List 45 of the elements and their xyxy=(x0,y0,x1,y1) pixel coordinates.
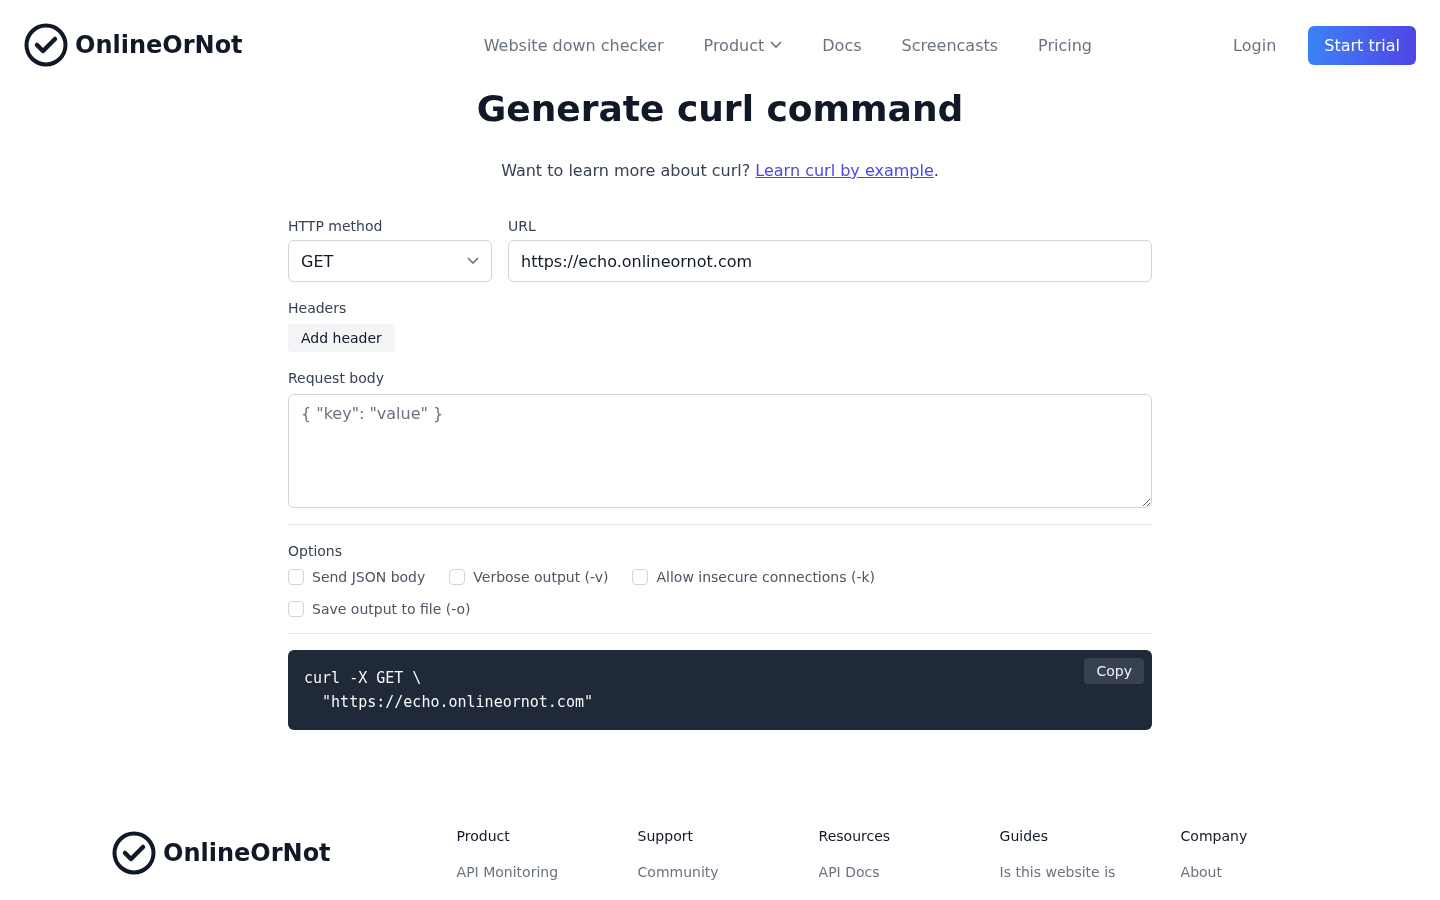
nav-link[interactable]: Pricing xyxy=(1038,35,1092,55)
footer-link[interactable]: About xyxy=(1180,864,1362,880)
nav-link[interactable]: Website down checker xyxy=(483,35,664,55)
nav-link[interactable]: Screencasts xyxy=(901,35,999,55)
login-link[interactable]: Login xyxy=(1233,35,1277,55)
checkbox-label: Allow insecure connections (-k) xyxy=(656,569,876,585)
footer-heading: Resources xyxy=(818,828,892,844)
chevron-down-icon xyxy=(770,41,783,49)
checkbox[interactable] xyxy=(288,569,304,585)
footer-link[interactable]: API Monitoring xyxy=(456,864,638,880)
field-label: URL xyxy=(508,218,537,234)
field-label: HTTP method xyxy=(288,218,384,234)
logo-text[interactable]: OnlineOrNot xyxy=(75,31,243,59)
url-input[interactable]: https://echo.onlineornot.com xyxy=(508,240,1152,282)
copy-button[interactable]: Copy xyxy=(1084,658,1144,684)
nav-link[interactable]: Docs xyxy=(822,35,862,55)
checkbox[interactable] xyxy=(449,569,466,585)
start-trial-button[interactable]: Start trial xyxy=(1308,25,1416,65)
page-title: Generate curl command xyxy=(475,88,965,129)
check-circle-icon xyxy=(112,831,156,875)
options-label: Options xyxy=(288,543,343,559)
footer-heading: Guides xyxy=(999,828,1049,844)
nav-link[interactable]: Product xyxy=(703,35,783,55)
curl-command: curl -X GET \ "https://echo.onlineornot.com" xyxy=(304,668,593,713)
checkbox-label: Save output to file (-o) xyxy=(312,601,471,617)
footer-link[interactable]: Is this website is xyxy=(999,864,1181,880)
field-label: Headers xyxy=(288,300,347,316)
intro-text: Want to learn more about curl? Learn curl by example. xyxy=(500,161,940,180)
logo-text[interactable]: OnlineOrNot xyxy=(163,839,331,867)
request-body-field[interactable]: { "key": "value" } xyxy=(288,394,1152,508)
checkbox[interactable] xyxy=(288,601,304,617)
checkbox-label: Send JSON body xyxy=(312,569,426,585)
footer-heading: Support xyxy=(637,828,694,844)
footer-link[interactable]: API Docs xyxy=(818,864,1000,880)
field-label: Request body xyxy=(288,370,384,386)
add-header-button[interactable]: Add header xyxy=(288,324,395,352)
footer-heading: Product xyxy=(456,828,511,844)
chevron-down-icon xyxy=(467,257,479,265)
checkbox-label: Verbose output (-v) xyxy=(473,569,609,585)
footer-heading: Company xyxy=(1180,828,1249,844)
checkbox[interactable] xyxy=(632,569,649,585)
method-select[interactable]: GET xyxy=(288,240,492,282)
check-circle-icon xyxy=(24,23,68,67)
learn-curl-link[interactable]: Learn curl by example xyxy=(755,161,934,180)
footer-link[interactable]: Community xyxy=(637,864,819,880)
